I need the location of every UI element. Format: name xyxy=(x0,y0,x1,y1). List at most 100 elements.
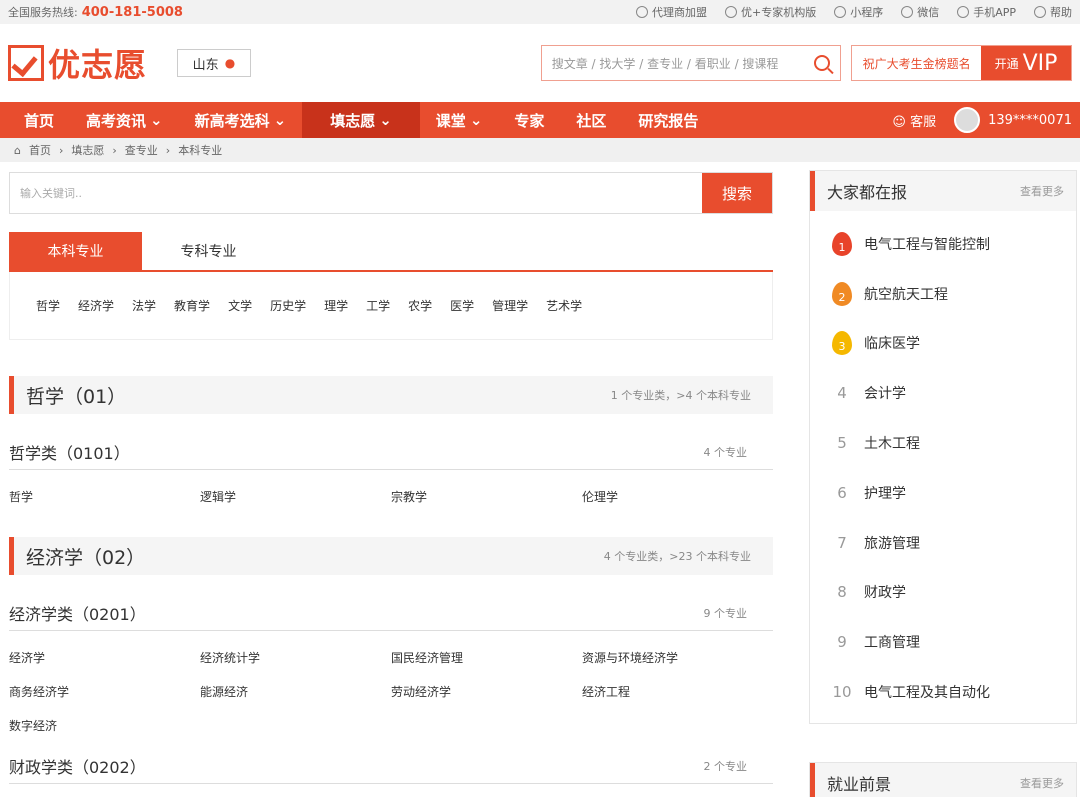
popular-item[interactable]: 8 财政学 xyxy=(832,568,1076,618)
site-search-input[interactable]: 搜文章 / 找大学 / 查专业 / 看职业 / 搜课程 xyxy=(540,45,842,81)
major-link[interactable]: 商务经济学 xyxy=(9,674,200,708)
major-search: 输入关键词.. 搜索 xyxy=(9,172,773,214)
popular-item[interactable]: 9 工商管理 xyxy=(832,617,1076,667)
major-link[interactable]: 数字经济 xyxy=(9,708,200,742)
miniprogram-link[interactable]: 小程序 xyxy=(834,4,883,20)
nav-community[interactable]: 社区 xyxy=(560,102,622,138)
category-item[interactable]: 管理学 xyxy=(492,297,528,314)
popular-item[interactable]: 5 土木工程 xyxy=(832,418,1076,468)
chevron-down-icon: ⌄ xyxy=(469,111,483,129)
category-item[interactable]: 文学 xyxy=(228,297,252,314)
nav-home[interactable]: 首页 xyxy=(8,102,70,138)
major-link[interactable]: 能源经济 xyxy=(200,674,391,708)
wechat-icon xyxy=(901,6,914,18)
keyword-input[interactable]: 输入关键词.. xyxy=(10,173,702,213)
major-list: 输入关键词.. 搜索 本科专业 专科专业 哲学 经济学 法学 教育学 文学 历史… xyxy=(9,162,773,797)
section-meta: 4 个专业类，>23 个本科专业 xyxy=(603,550,751,563)
search-icon[interactable] xyxy=(814,55,831,71)
crumb-major[interactable]: 查专业 xyxy=(125,142,158,158)
top-bar: 全国服务热线: 400-181-5008 代理商加盟 优+专家机构版 小程序 微信… xyxy=(0,0,1080,24)
header: 优志愿 山东 ● 搜文章 / 找大学 / 查专业 / 看职业 / 搜课程 祝广大考… xyxy=(0,24,1080,102)
logo[interactable]: 优志愿 xyxy=(8,40,167,86)
popular-item-label: 电气工程及其自动化 xyxy=(864,685,990,702)
hotline-number: 400-181-5008 xyxy=(81,5,183,20)
category-item[interactable]: 哲学 xyxy=(36,297,60,314)
category-item[interactable]: 艺术学 xyxy=(546,297,582,314)
app-link[interactable]: 手机APP xyxy=(957,4,1016,20)
chevron-down-icon: ⌄ xyxy=(379,111,392,129)
section-meta: 1 个专业类，>4 个本科专业 xyxy=(610,389,751,402)
popular-item-label: 旅游管理 xyxy=(864,535,920,552)
popular-item[interactable]: 3 临床医学 xyxy=(832,319,1076,369)
popular-item[interactable]: 6 护理学 xyxy=(832,468,1076,518)
subsection-header: 哲学类（0101） 4 个专业 xyxy=(9,434,773,470)
nav-news[interactable]: 高考资讯 ⌄ xyxy=(70,102,179,138)
agent-link[interactable]: 代理商加盟 xyxy=(635,4,707,20)
category-item[interactable]: 历史学 xyxy=(270,297,306,314)
degree-tabs: 本科专业 专科专业 xyxy=(9,232,773,272)
nav-report[interactable]: 研究报告 xyxy=(622,102,714,138)
major-link[interactable]: 经济工程 xyxy=(582,674,773,708)
major-link[interactable]: 劳动经济学 xyxy=(391,674,582,708)
flame-rank-icon: 1 xyxy=(832,231,852,256)
popular-item-label: 航空航天工程 xyxy=(864,286,948,303)
popular-item-label: 电气工程与智能控制 xyxy=(864,236,990,253)
popular-list: 1 电气工程与智能控制 2 航空航天工程 3 临床医学 4 会计学 5 土木工程 6 护理学 7 旅游管理… xyxy=(810,211,1076,723)
checkmark-icon xyxy=(8,45,44,81)
expert-link[interactable]: 优+专家机构版 xyxy=(724,4,816,20)
popular-more-link[interactable]: 查看更多 xyxy=(1020,183,1064,199)
major-link[interactable]: 逻辑学 xyxy=(200,479,391,513)
major-link[interactable]: 哲学 xyxy=(9,479,200,513)
popular-item[interactable]: 2 航空航天工程 xyxy=(832,269,1076,319)
popular-item[interactable]: 1 电气工程与智能控制 xyxy=(832,219,1076,269)
popular-item[interactable]: 7 旅游管理 xyxy=(832,518,1076,568)
major-link[interactable]: 资源与环境经济学 xyxy=(582,640,773,674)
wechat-link[interactable]: 微信 xyxy=(901,4,939,20)
chevron-down-icon: ⌄ xyxy=(273,111,287,129)
search-button[interactable]: 搜索 xyxy=(702,173,772,213)
subsection-header: 经济学类（0201） 9 个专业 xyxy=(9,595,773,631)
customer-service[interactable]: ☺ 客服 xyxy=(892,111,936,130)
career-title: 就业前景 xyxy=(827,774,892,794)
nav-class[interactable]: 课堂 ⌄ xyxy=(420,102,499,138)
tab-bachelor[interactable]: 本科专业 xyxy=(9,232,142,270)
rank-number: 8 xyxy=(837,583,847,602)
major-link[interactable]: 国民经济管理 xyxy=(391,640,582,674)
popular-item[interactable]: 4 会计学 xyxy=(832,368,1076,418)
nav-apply[interactable]: 填志愿 ⌄ xyxy=(302,102,420,138)
nav-expert[interactable]: 专家 xyxy=(498,102,560,138)
rank-number: 6 xyxy=(837,483,847,502)
category-item[interactable]: 经济学 xyxy=(78,297,114,314)
category-item[interactable]: 工学 xyxy=(366,297,390,314)
user-menu[interactable]: 139****0071 xyxy=(954,107,1072,133)
vip-banner[interactable]: 祝广大考生金榜题名 开通 VIP xyxy=(851,45,1072,81)
help-link[interactable]: 帮助 xyxy=(1034,4,1072,20)
home-icon: ⌂ xyxy=(14,143,21,157)
flame-rank-icon: 3 xyxy=(832,331,852,356)
crumb-apply[interactable]: 填志愿 xyxy=(71,142,104,158)
subsection-meta: 4 个专业 xyxy=(703,445,748,459)
major-link[interactable]: 经济学 xyxy=(9,640,200,674)
vip-open-button[interactable]: 开通 VIP xyxy=(981,46,1071,80)
subsection-title: 财政学类（0202） xyxy=(9,757,146,777)
section-header: 哲学（01） 1 个专业类，>4 个本科专业 xyxy=(9,376,773,414)
tab-associate[interactable]: 专科专业 xyxy=(142,232,275,270)
hotline-label: 全国服务热线: xyxy=(8,6,78,19)
major-link[interactable]: 宗教学 xyxy=(391,479,582,513)
popular-item[interactable]: 10 电气工程及其自动化 xyxy=(832,667,1076,717)
chevron-down-icon: ⌄ xyxy=(150,111,163,129)
popular-title: 大家都在报 xyxy=(827,183,908,202)
major-link[interactable]: 经济统计学 xyxy=(200,640,391,674)
crumb-home[interactable]: 首页 xyxy=(29,142,51,158)
category-item[interactable]: 教育学 xyxy=(174,297,210,314)
location-pin-icon: ● xyxy=(224,56,236,70)
category-item[interactable]: 法学 xyxy=(132,297,156,314)
category-item[interactable]: 医学 xyxy=(450,297,474,314)
major-link[interactable]: 伦理学 xyxy=(582,479,773,513)
popular-item-label: 临床医学 xyxy=(864,336,920,353)
nav-subjects[interactable]: 新高考选科 ⌄ xyxy=(179,102,303,138)
location-selector[interactable]: 山东 ● xyxy=(177,49,251,77)
category-item[interactable]: 农学 xyxy=(408,297,432,314)
category-item[interactable]: 理学 xyxy=(324,297,348,314)
career-more-link[interactable]: 查看更多 xyxy=(1020,775,1064,791)
